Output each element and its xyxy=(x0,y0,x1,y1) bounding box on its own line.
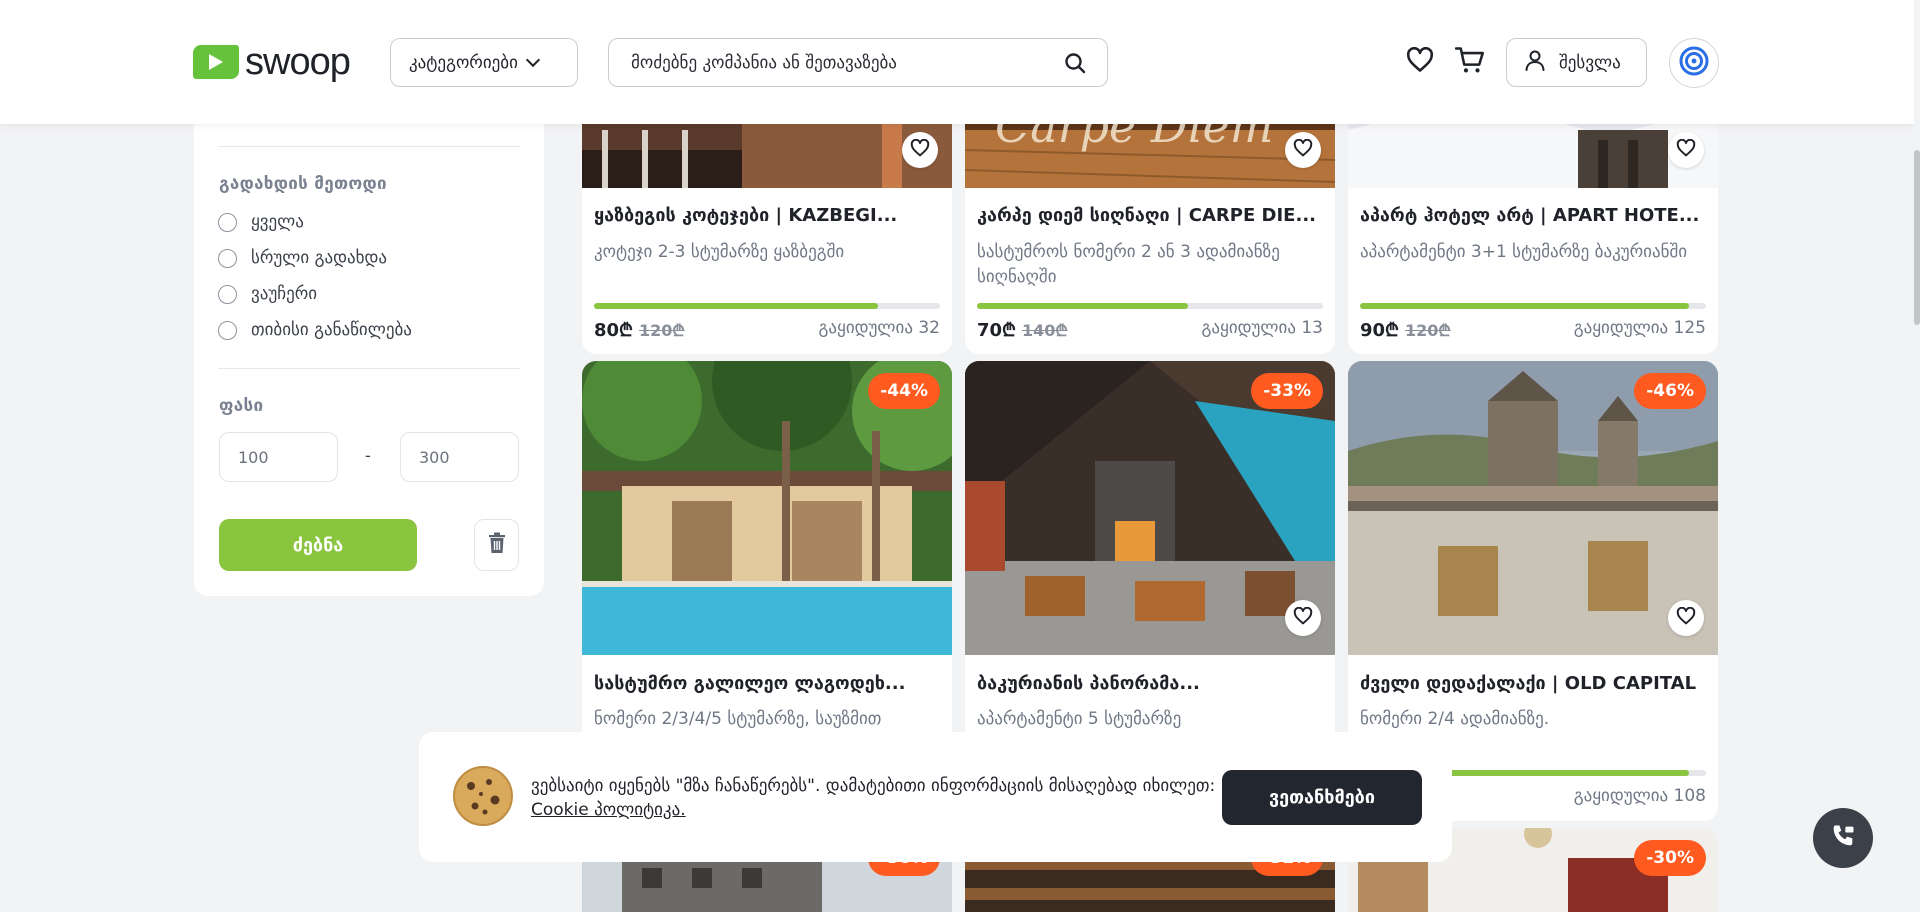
heart-icon xyxy=(1293,606,1313,629)
filter-search-button[interactable]: ძებნა xyxy=(219,519,417,571)
favorite-button[interactable] xyxy=(1285,132,1321,168)
site-header: swoop კატეგორიები შესვლა xyxy=(0,0,1914,124)
radio-button[interactable] xyxy=(218,284,237,304)
price: 90₾ 120₾ xyxy=(1360,318,1451,342)
login-button[interactable]: შესვლა xyxy=(1506,38,1647,87)
price-min-input[interactable]: 100 xyxy=(219,432,338,482)
offer-title[interactable]: სასტუმრო გალილეო ლაგოდეხ... xyxy=(594,673,940,694)
cookie-text: ვებსაიტი იყენებს "მზა ჩანაწერებს". დამატ… xyxy=(531,774,1231,822)
old-price: 120₾ xyxy=(638,321,685,340)
cookie-consent-bar: ვებსაიტი იყენებს "მზა ჩანაწერებს". დამატ… xyxy=(419,732,1452,862)
sold-progress-bar xyxy=(1360,303,1706,309)
heart-icon xyxy=(1293,138,1313,161)
cookie-message: ვებსაიტი იყენებს "მზა ჩანაწერებს". დამატ… xyxy=(531,776,1216,796)
sold-count: გაყიდულია 108 xyxy=(1573,786,1706,806)
phone-icon xyxy=(1829,822,1857,854)
progress-fill xyxy=(1360,303,1689,309)
price: 80₾ 120₾ xyxy=(594,318,685,342)
offer-title[interactable]: ყაზბეგის კოტეჯები | KAZBEGI... xyxy=(594,205,940,226)
call-button[interactable] xyxy=(1813,808,1873,868)
offer-title[interactable]: აპარტ ჰოტელ არტ | APART HOTE... xyxy=(1360,205,1706,226)
offer-subtitle: სასტუმროს ნომერი 2 ან 3 ადამიანზე სიღნაღ… xyxy=(977,242,1280,287)
payment-option-all[interactable]: ყველა xyxy=(218,212,304,232)
heart-icon xyxy=(1676,606,1696,629)
favorites-heart-icon[interactable] xyxy=(1404,44,1436,76)
favorite-button[interactable] xyxy=(902,132,938,168)
offer-subtitle: კოტეჯი 2-3 სტუმარზე ყაზბეგში xyxy=(594,242,845,262)
assistant-button[interactable] xyxy=(1669,38,1719,88)
clear-filters-button[interactable] xyxy=(474,519,519,571)
search-icon[interactable] xyxy=(1063,51,1087,79)
cookie-icon xyxy=(451,764,515,832)
favorite-button[interactable] xyxy=(1285,600,1321,636)
progress-fill xyxy=(977,303,1189,309)
divider xyxy=(218,368,520,369)
trash-icon xyxy=(488,532,506,558)
scrollbar-thumb[interactable] xyxy=(1914,150,1920,325)
radio-button[interactable] xyxy=(218,212,237,232)
search-bar xyxy=(608,38,1108,87)
assistant-icon xyxy=(1678,45,1710,81)
offer-subtitle: ნომერი 2/3/4/5 სტუმარზე, საუზმით xyxy=(594,709,882,729)
login-label: შესვლა xyxy=(1559,52,1621,73)
radio-button[interactable] xyxy=(218,320,237,340)
sold-progress-bar xyxy=(977,303,1323,309)
categories-label: კატეგორიები xyxy=(409,52,518,73)
payment-option-label: სრული გადახდა xyxy=(251,248,388,268)
radio-button[interactable] xyxy=(218,248,237,268)
logo-text: swoop xyxy=(245,41,351,83)
price-title: ფასი xyxy=(219,396,264,416)
payment-option-installment[interactable]: თიბისი განაწილება xyxy=(218,320,412,340)
sold-count: გაყიდულია 13 xyxy=(1201,318,1323,338)
payment-option-voucher[interactable]: ვაუჩერი xyxy=(218,284,317,304)
price-max-input[interactable]: 300 xyxy=(400,432,519,482)
discount-badge: -44% xyxy=(868,373,940,409)
agree-button[interactable]: ვეთანხმები xyxy=(1222,770,1422,825)
page-scrollbar[interactable] xyxy=(1914,0,1920,912)
price-separator: - xyxy=(365,446,371,465)
progress-fill xyxy=(594,303,878,309)
filter-sidebar: გადახდის მეთოდი ყველა სრული გადახდა ვაუჩ… xyxy=(194,110,544,596)
offer-title[interactable]: კარპე დიემ სიღნაღი | CARPE DIE... xyxy=(977,205,1323,226)
payment-method-title: გადახდის მეთოდი xyxy=(219,174,387,194)
logo-mark-icon xyxy=(193,45,239,79)
offer-title[interactable]: ბაკურიანის პანორამა... xyxy=(977,673,1323,694)
sold-progress-bar xyxy=(594,303,940,309)
favorite-button[interactable] xyxy=(1668,132,1704,168)
favorite-button[interactable] xyxy=(1668,600,1704,636)
divider xyxy=(218,146,520,147)
offer-title[interactable]: ძველი დედაქალაქი | OLD CAPITAL xyxy=(1360,673,1706,694)
categories-dropdown[interactable]: კატეგორიები xyxy=(390,38,578,87)
current-price: 70₾ xyxy=(977,320,1016,341)
heart-icon xyxy=(1676,138,1696,161)
heart-icon xyxy=(910,138,930,161)
cart-icon[interactable] xyxy=(1454,44,1486,76)
payment-option-label: ვაუჩერი xyxy=(251,284,318,304)
payment-option-label: თიბისი განაწილება xyxy=(251,320,412,340)
old-price: 120₾ xyxy=(1404,321,1451,340)
discount-badge: -33% xyxy=(1251,373,1323,409)
current-price: 80₾ xyxy=(594,320,633,341)
payment-option-label: ყველა xyxy=(251,212,304,232)
search-input[interactable] xyxy=(631,52,1041,73)
discount-badge: -30% xyxy=(1634,840,1706,876)
old-price: 140₾ xyxy=(1021,321,1068,340)
chevron-down-icon xyxy=(525,52,540,68)
user-icon xyxy=(1523,48,1547,77)
sold-count: გაყიდულია 32 xyxy=(818,318,940,338)
cookie-policy-link[interactable]: Cookie პოლიტიკა. xyxy=(531,800,686,820)
current-price: 90₾ xyxy=(1360,320,1399,341)
offer-subtitle: აპარტამენტი 5 სტუმარზე xyxy=(977,709,1182,729)
sold-count: გაყიდულია 125 xyxy=(1573,318,1706,338)
swoop-logo[interactable]: swoop xyxy=(193,41,351,83)
discount-badge: -46% xyxy=(1634,373,1706,409)
offer-subtitle: აპარტამენტი 3+1 სტუმარზე ბაკურიანში xyxy=(1360,242,1688,262)
offer-subtitle: ნომერი 2/4 ადამიანზე. xyxy=(1360,709,1550,729)
price: 70₾ 140₾ xyxy=(977,318,1068,342)
payment-option-full[interactable]: სრული გადახდა xyxy=(218,248,387,268)
